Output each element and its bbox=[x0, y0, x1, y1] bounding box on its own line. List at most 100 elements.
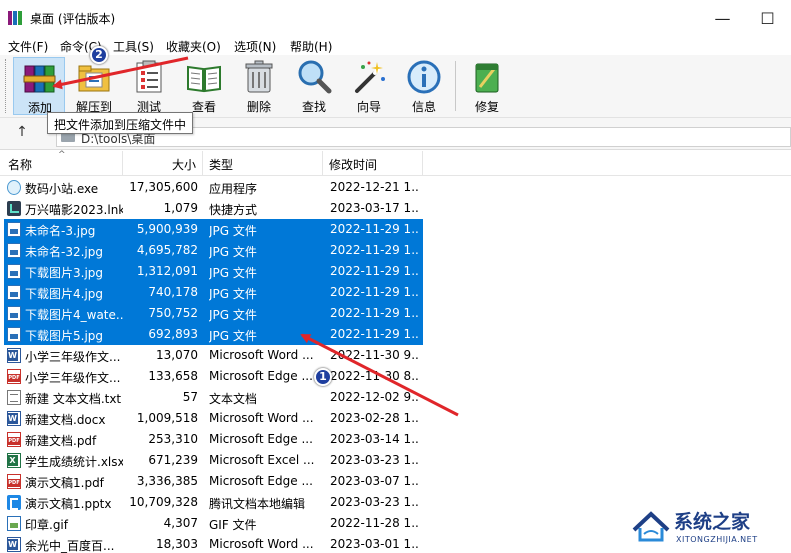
file-size: 740,178 bbox=[148, 285, 198, 299]
menu-favorites[interactable]: 收藏夹(O) bbox=[166, 38, 221, 55]
test-button[interactable]: 测试 bbox=[123, 57, 175, 115]
menu-bar: 文件(F) 命令(C) 工具(S) 收藏夹(O) 选项(N) 帮助(H) bbox=[0, 36, 791, 55]
file-modified: 2023-03-23 1... bbox=[330, 453, 420, 467]
file-row[interactable]: 未命名-3.jpg 5,900,939 JPG 文件 2022-11-29 1... bbox=[0, 219, 791, 240]
file-type: JPG 文件 bbox=[209, 245, 257, 259]
column-header-type[interactable]: 类型 bbox=[203, 151, 323, 176]
add-button[interactable]: 添加 bbox=[13, 57, 65, 115]
file-type: JPG 文件 bbox=[209, 224, 257, 238]
watermark-logo-icon bbox=[632, 511, 670, 542]
file-row[interactable]: 下载图片5.jpg 692,893 JPG 文件 2022-11-29 1... bbox=[0, 324, 791, 345]
delete-button[interactable]: 删除 bbox=[233, 57, 285, 115]
pdf-file-icon bbox=[7, 369, 21, 384]
file-row[interactable]: 下载图片4_wate... 750,752 JPG 文件 2022-11-29 1..… bbox=[0, 303, 791, 324]
file-name: 万兴喵影2023.lnk bbox=[25, 203, 123, 217]
winrar-books-icon bbox=[23, 65, 56, 93]
file-size: 671,239 bbox=[148, 453, 198, 467]
column-header-name[interactable]: 名称 ^ bbox=[0, 150, 123, 176]
file-modified: 2022-11-29 1... bbox=[330, 327, 420, 341]
file-name: 未命名-32.jpg bbox=[25, 245, 103, 259]
menu-help[interactable]: 帮助(H) bbox=[290, 38, 332, 55]
file-type: JPG 文件 bbox=[209, 308, 257, 322]
column-header-size[interactable]: 大小 bbox=[123, 151, 203, 176]
file-size: 10,709,328 bbox=[129, 495, 198, 509]
wizard-button[interactable]: 向导 bbox=[343, 57, 395, 115]
file-row[interactable]: 未命名-32.jpg 4,695,782 JPG 文件 2022-11-29 1... bbox=[0, 240, 791, 261]
delete-label: 删除 bbox=[246, 100, 271, 114]
toolbar: 添加 解压到 测试 查看 删除 查找 向导 信息 修复 bbox=[0, 55, 791, 118]
maximize-button[interactable]: ☐ bbox=[745, 0, 790, 36]
file-name: 演示文稿1.pptx bbox=[25, 497, 112, 511]
column-header-modified[interactable]: 修改时间 bbox=[323, 151, 423, 176]
file-name: 学生成绩统计.xlsx bbox=[25, 455, 123, 469]
file-row[interactable]: 学生成绩统计.xlsx 671,239 Microsoft Excel ... 202… bbox=[0, 450, 791, 471]
file-modified: 2022-11-29 1... bbox=[330, 306, 420, 320]
file-row[interactable]: 下载图片3.jpg 1,312,091 JPG 文件 2022-11-29 1... bbox=[0, 261, 791, 282]
menu-options[interactable]: 选项(N) bbox=[234, 38, 276, 55]
info-label: 信息 bbox=[411, 100, 436, 114]
file-modified: 2022-11-29 1... bbox=[330, 264, 420, 278]
find-label: 查找 bbox=[301, 100, 326, 114]
repair-button[interactable]: 修复 bbox=[461, 57, 513, 115]
info-button[interactable]: 信息 bbox=[398, 57, 450, 115]
file-name: 下载图片5.jpg bbox=[25, 329, 104, 343]
file-size: 1,312,091 bbox=[136, 264, 198, 278]
menu-tools[interactable]: 工具(S) bbox=[113, 38, 154, 55]
file-modified: 2023-03-07 1... bbox=[330, 474, 420, 488]
file-type: JPG 文件 bbox=[209, 329, 257, 343]
file-row[interactable]: 小学三年级作文... 13,070 Microsoft Word ... 2022-1… bbox=[0, 345, 791, 366]
sort-caret-icon: ^ bbox=[58, 150, 66, 160]
minimize-button[interactable]: — bbox=[700, 0, 745, 36]
gif-file-icon bbox=[7, 516, 21, 531]
file-size: 253,310 bbox=[148, 432, 198, 446]
up-arrow-icon[interactable]: ↑ bbox=[12, 124, 32, 144]
clipboard-check-icon bbox=[136, 60, 162, 93]
menu-file[interactable]: 文件(F) bbox=[8, 38, 48, 55]
file-name: 下载图片3.jpg bbox=[25, 266, 104, 280]
extract-to-button[interactable]: 解压到 bbox=[68, 57, 120, 115]
word-file-icon bbox=[7, 348, 21, 363]
view-button[interactable]: 查看 bbox=[178, 57, 230, 115]
winrar-app-icon bbox=[8, 11, 22, 25]
file-type: 快捷方式 bbox=[209, 203, 258, 217]
file-modified: 2022-12-02 9... bbox=[330, 390, 420, 404]
window-title: 桌面 (评估版本) bbox=[30, 12, 116, 26]
file-row[interactable]: 下载图片4.jpg 740,178 JPG 文件 2022-11-29 1... bbox=[0, 282, 791, 303]
file-modified: 2023-03-23 1... bbox=[330, 495, 420, 509]
file-type: Microsoft Edge ... bbox=[209, 369, 313, 383]
file-name: 演示文稿1.pdf bbox=[25, 476, 104, 490]
file-type: 文本文档 bbox=[209, 392, 258, 406]
file-modified: 2023-02-28 1... bbox=[330, 411, 420, 425]
file-type: 腾讯文档本地编辑 bbox=[209, 497, 306, 511]
folder-extract-icon bbox=[78, 65, 110, 92]
file-size: 4,695,782 bbox=[136, 243, 198, 257]
file-size: 17,305,600 bbox=[129, 180, 198, 194]
repair-kit-icon bbox=[475, 63, 499, 93]
file-size: 57 bbox=[182, 390, 198, 404]
file-name: 数码小站.exe bbox=[25, 182, 99, 196]
file-type: Microsoft Edge ... bbox=[209, 432, 313, 446]
file-row[interactable]: 新建文档.docx 1,009,518 Microsoft Word ... 2023… bbox=[0, 408, 791, 429]
toolbar-grip[interactable] bbox=[5, 59, 8, 113]
file-size: 18,303 bbox=[156, 537, 198, 551]
file-row[interactable]: 万兴喵影2023.lnk 1,079 快捷方式 2023-03-17 1... bbox=[0, 198, 791, 219]
file-row[interactable]: 数码小站.exe 17,305,600 应用程序 2022-12-21 1... bbox=[0, 177, 791, 198]
wizard-label: 向导 bbox=[356, 100, 381, 114]
find-button[interactable]: 查找 bbox=[288, 57, 340, 115]
file-row[interactable]: 演示文稿1.pdf 3,336,385 Microsoft Edge ... 2023… bbox=[0, 471, 791, 492]
file-row[interactable]: 新建文档.pdf 253,310 Microsoft Edge ... 2023-03… bbox=[0, 429, 791, 450]
file-name: 下载图片4.jpg bbox=[25, 287, 104, 301]
jpg-file-icon bbox=[7, 264, 21, 279]
file-type: JPG 文件 bbox=[209, 287, 257, 301]
file-name: 未命名-3.jpg bbox=[25, 224, 96, 238]
file-name: 余光中_百度百... bbox=[25, 539, 115, 553]
file-type: 应用程序 bbox=[209, 182, 258, 196]
word-file-icon bbox=[7, 411, 21, 426]
file-row[interactable]: 小学三年级作文... 133,658 Microsoft Edge ... 2022-… bbox=[0, 366, 791, 387]
file-row[interactable]: 新建 文本文档.txt 57 文本文档 2022-12-02 9... bbox=[0, 387, 791, 408]
add-tooltip: 把文件添加到压缩文件中 bbox=[47, 112, 194, 134]
step-badge-1: 1 bbox=[314, 368, 332, 386]
txt-file-icon bbox=[7, 390, 21, 405]
file-type: Microsoft Word ... bbox=[209, 537, 314, 551]
file-list-header: 名称 ^ 大小 类型 修改时间 bbox=[0, 150, 791, 176]
